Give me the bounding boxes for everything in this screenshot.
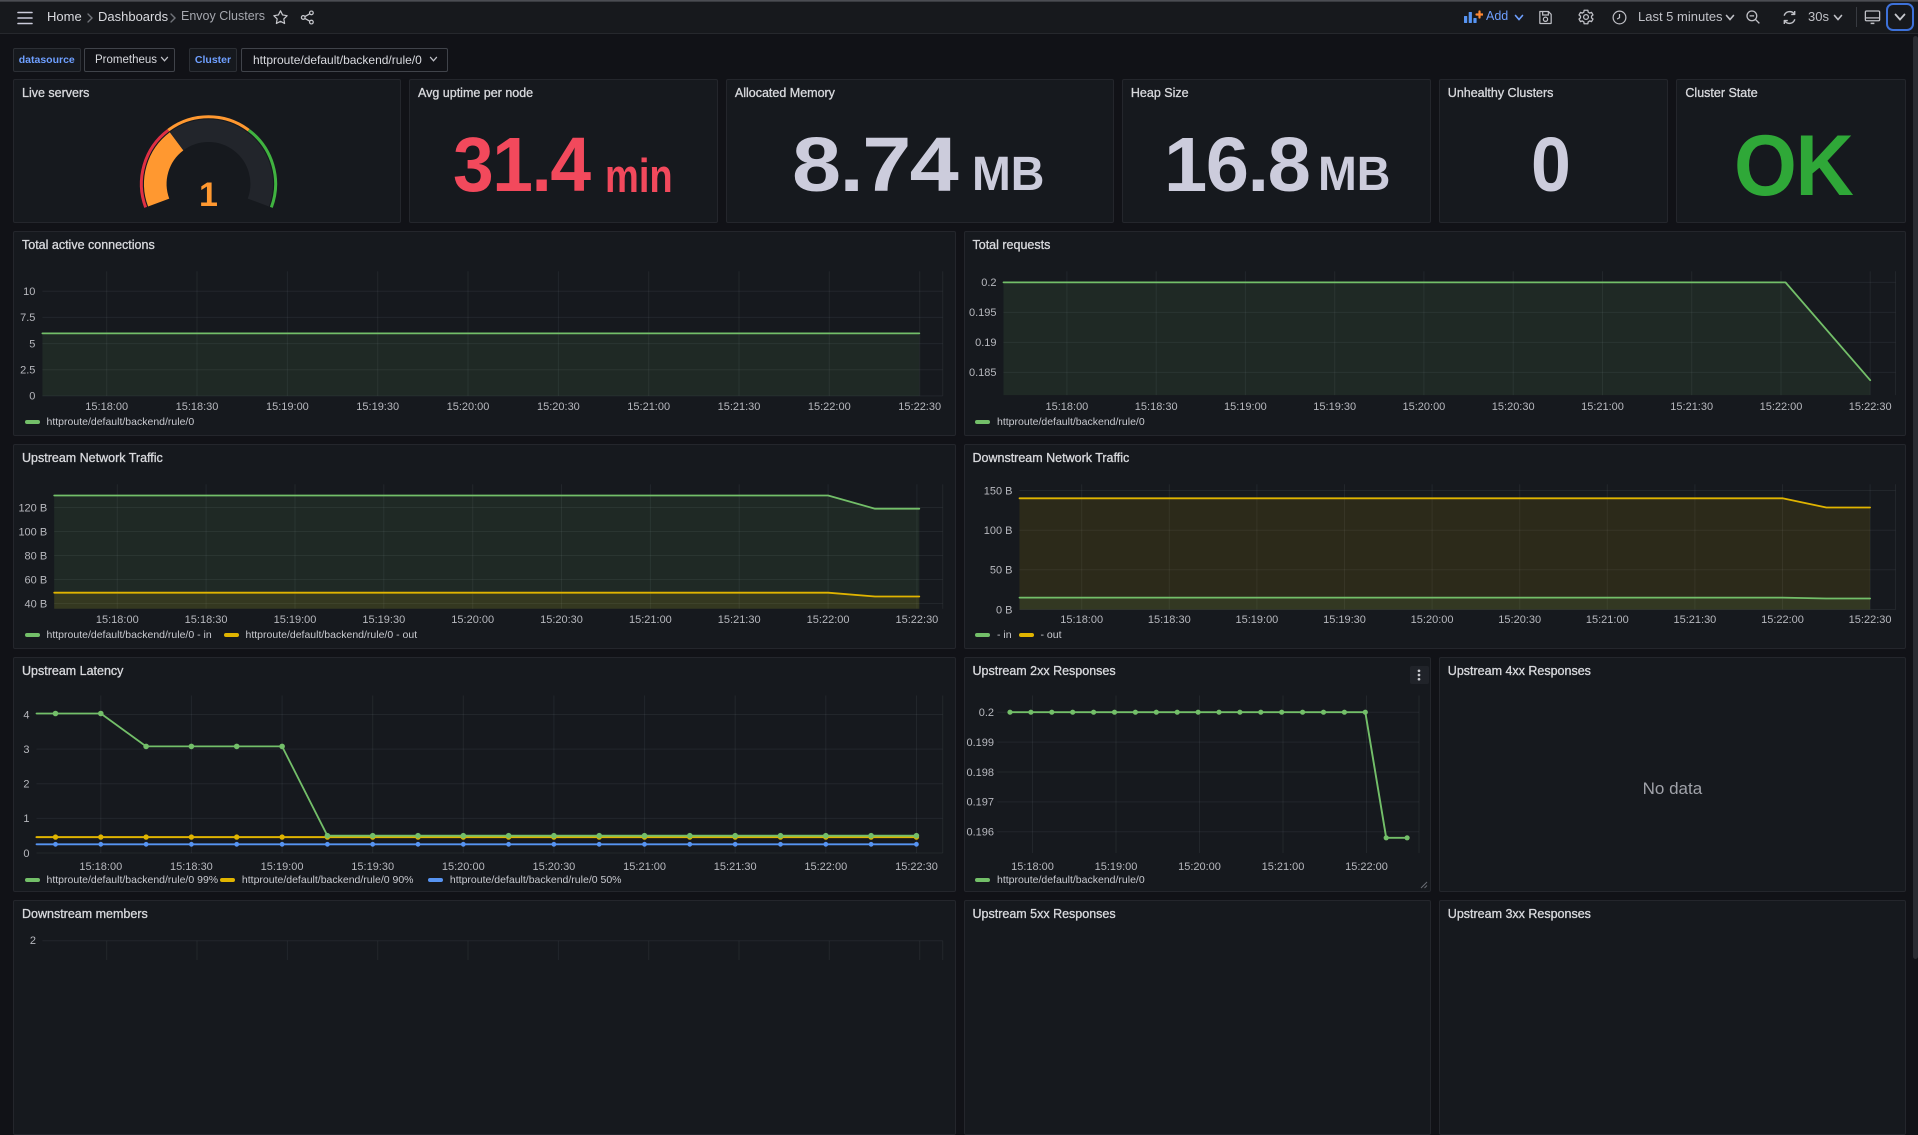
svg-text:15:18:00: 15:18:00 — [96, 613, 139, 625]
svg-text:0 B: 0 B — [995, 604, 1012, 616]
svg-text:15:19:30: 15:19:30 — [356, 400, 399, 412]
svg-text:15:22:00: 15:22:00 — [804, 860, 847, 872]
svg-text:40 B: 40 B — [25, 598, 48, 610]
svg-text:15:22:30: 15:22:30 — [898, 400, 941, 412]
svg-text:15:21:00: 15:21:00 — [1581, 400, 1624, 412]
svg-text:15:21:00: 15:21:00 — [629, 613, 672, 625]
svg-text:0.2: 0.2 — [978, 707, 993, 719]
svg-text:15:19:00: 15:19:00 — [261, 860, 304, 872]
svg-text:15:21:00: 15:21:00 — [623, 860, 666, 872]
svg-text:15:20:30: 15:20:30 — [1491, 400, 1534, 412]
svg-text:50 B: 50 B — [989, 564, 1012, 576]
svg-text:0.196: 0.196 — [966, 826, 994, 838]
svg-text:15:19:00: 15:19:00 — [1094, 860, 1137, 872]
svg-text:15:20:00: 15:20:00 — [1410, 613, 1453, 625]
svg-text:15:18:00: 15:18:00 — [1011, 860, 1054, 872]
svg-text:15:21:30: 15:21:30 — [1670, 400, 1713, 412]
svg-text:2.5: 2.5 — [20, 364, 35, 376]
svg-text:100 B: 100 B — [983, 525, 1012, 537]
svg-text:15:18:00: 15:18:00 — [1045, 400, 1088, 412]
svg-text:120 B: 120 B — [18, 502, 47, 514]
svg-text:15:19:30: 15:19:30 — [1313, 400, 1356, 412]
svg-text:15:19:00: 15:19:00 — [266, 400, 309, 412]
svg-text:15:18:00: 15:18:00 — [79, 860, 122, 872]
svg-text:4: 4 — [23, 709, 29, 721]
svg-text:15:18:30: 15:18:30 — [1134, 400, 1177, 412]
svg-text:0.185: 0.185 — [968, 367, 996, 379]
svg-text:15:20:30: 15:20:30 — [532, 860, 575, 872]
svg-text:15:18:30: 15:18:30 — [1147, 613, 1190, 625]
svg-text:15:20:00: 15:20:00 — [447, 400, 490, 412]
svg-text:5: 5 — [29, 338, 35, 350]
svg-text:15:19:00: 15:19:00 — [1223, 400, 1266, 412]
svg-text:15:20:30: 15:20:30 — [537, 400, 580, 412]
svg-text:15:22:00: 15:22:00 — [807, 613, 850, 625]
svg-text:15:18:30: 15:18:30 — [176, 400, 219, 412]
svg-text:15:19:30: 15:19:30 — [1323, 613, 1366, 625]
svg-text:15:22:30: 15:22:30 — [895, 613, 938, 625]
svg-text:15:20:00: 15:20:00 — [1178, 860, 1221, 872]
svg-text:1: 1 — [23, 813, 29, 825]
svg-text:15:19:00: 15:19:00 — [1235, 613, 1278, 625]
svg-text:15:22:30: 15:22:30 — [1848, 613, 1891, 625]
svg-text:15:19:30: 15:19:30 — [351, 860, 394, 872]
svg-text:15:18:30: 15:18:30 — [185, 613, 228, 625]
svg-text:15:22:30: 15:22:30 — [895, 860, 938, 872]
svg-text:15:18:30: 15:18:30 — [170, 860, 213, 872]
svg-text:7.5: 7.5 — [20, 312, 35, 324]
svg-text:15:19:00: 15:19:00 — [274, 613, 317, 625]
svg-text:15:22:00: 15:22:00 — [1759, 400, 1802, 412]
svg-text:15:21:00: 15:21:00 — [1261, 860, 1304, 872]
svg-text:15:21:30: 15:21:30 — [718, 613, 761, 625]
svg-text:15:22:00: 15:22:00 — [808, 400, 851, 412]
svg-text:15:22:00: 15:22:00 — [1761, 613, 1804, 625]
svg-text:15:18:00: 15:18:00 — [85, 400, 128, 412]
svg-text:0.19: 0.19 — [975, 337, 996, 349]
svg-text:0.199: 0.199 — [966, 736, 994, 748]
svg-text:100 B: 100 B — [18, 526, 47, 538]
svg-text:0.195: 0.195 — [968, 307, 996, 319]
svg-text:15:20:30: 15:20:30 — [1498, 613, 1541, 625]
svg-text:15:20:00: 15:20:00 — [1402, 400, 1445, 412]
svg-text:15:20:30: 15:20:30 — [540, 613, 583, 625]
svg-text:15:22:00: 15:22:00 — [1345, 860, 1388, 872]
svg-text:15:21:00: 15:21:00 — [627, 400, 670, 412]
svg-text:60 B: 60 B — [25, 574, 48, 586]
svg-text:15:21:30: 15:21:30 — [718, 400, 761, 412]
svg-text:15:19:30: 15:19:30 — [362, 613, 405, 625]
svg-text:0: 0 — [23, 847, 29, 859]
svg-text:15:20:00: 15:20:00 — [442, 860, 485, 872]
svg-text:15:21:00: 15:21:00 — [1585, 613, 1628, 625]
svg-text:150 B: 150 B — [983, 485, 1012, 497]
svg-text:0.197: 0.197 — [966, 796, 994, 808]
svg-text:0.198: 0.198 — [966, 766, 994, 778]
svg-text:15:22:30: 15:22:30 — [1848, 400, 1891, 412]
svg-text:3: 3 — [23, 743, 29, 755]
svg-text:10: 10 — [23, 286, 35, 298]
svg-text:0.2: 0.2 — [981, 277, 996, 289]
svg-text:15:18:00: 15:18:00 — [1060, 613, 1103, 625]
svg-text:2: 2 — [30, 935, 36, 947]
svg-text:2: 2 — [23, 778, 29, 790]
svg-text:15:20:00: 15:20:00 — [451, 613, 494, 625]
svg-text:80 B: 80 B — [25, 550, 48, 562]
svg-text:15:21:30: 15:21:30 — [1673, 613, 1716, 625]
svg-text:15:21:30: 15:21:30 — [714, 860, 757, 872]
svg-text:0: 0 — [29, 390, 35, 402]
